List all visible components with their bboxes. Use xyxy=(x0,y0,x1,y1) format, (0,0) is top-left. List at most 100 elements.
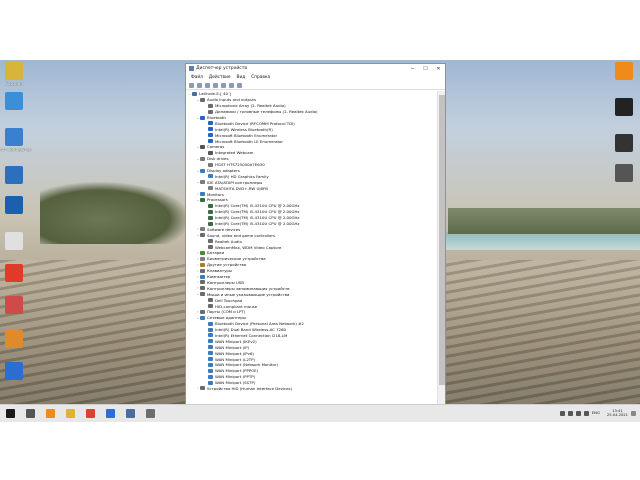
clock[interactable]: 13:41 25.04.2021 xyxy=(607,409,628,418)
display-icon[interactable] xyxy=(237,82,242,88)
tree-label: Intel(R) HD Graphics Family xyxy=(215,173,269,179)
camera-icon xyxy=(200,144,205,149)
bluetooth-icon xyxy=(208,127,213,132)
help-icon[interactable] xyxy=(221,82,226,88)
desktop-shortcut[interactable]: Корзина xyxy=(1,62,27,96)
language-indicator[interactable]: ENG xyxy=(592,411,600,415)
network-icon xyxy=(200,315,205,320)
bottom-area xyxy=(0,422,640,480)
chrome-taskbar[interactable] xyxy=(80,405,100,423)
close-button[interactable]: ✕ xyxy=(432,64,445,73)
device-manager-window[interactable]: Диспетчер устройств ─ ☐ ✕ Файл Действие … xyxy=(185,63,446,406)
scan-hardware-icon[interactable] xyxy=(229,82,234,88)
maximize-button[interactable]: ☐ xyxy=(419,64,432,73)
desktop-shortcut[interactable] xyxy=(1,166,27,200)
network-icon xyxy=(208,380,213,385)
disk-icon xyxy=(200,156,205,161)
system-tray: ENG 13:41 25.04.2021 xyxy=(559,404,636,422)
menu-action[interactable]: Действие xyxy=(206,75,234,80)
tree-label: Контроллеры запоминающих устройств xyxy=(207,285,290,291)
sound-icon xyxy=(200,233,205,238)
network-icon xyxy=(208,321,213,326)
scrollbar-thumb[interactable] xyxy=(439,95,445,385)
explorer-icon xyxy=(65,409,75,418)
vlc-taskbar[interactable] xyxy=(40,405,60,423)
shortcut-icon xyxy=(5,264,23,282)
app-taskbar[interactable] xyxy=(120,405,140,423)
tree-label: Intel(R) Core(TM) i5-4310U CPU @ 2.00GHz xyxy=(215,221,300,227)
bluetooth-icon xyxy=(208,139,213,144)
tree-label: Bluetooth Device (Personal Area Network)… xyxy=(215,321,304,327)
search-button[interactable] xyxy=(20,405,40,423)
battery-icon xyxy=(200,250,205,255)
desktop-shortcut[interactable] xyxy=(1,330,27,364)
tree-label: Integrated Webcam xyxy=(215,150,254,156)
tree-label: Intel(R) Ethernet Connection I218-LM xyxy=(215,332,288,338)
aida64-icon xyxy=(105,409,115,418)
menu-view[interactable]: Вид xyxy=(234,75,249,80)
tree-label: Биометрические устройства xyxy=(207,256,266,262)
chevron-up-icon[interactable] xyxy=(559,410,565,416)
desktop-shortcut[interactable] xyxy=(1,196,27,230)
show-hidden-icon[interactable] xyxy=(213,82,218,88)
storage-icon xyxy=(200,286,205,291)
network-icon xyxy=(208,357,213,362)
disk-icon xyxy=(208,162,213,167)
cpu-icon xyxy=(208,209,213,214)
desktop-shortcut[interactable] xyxy=(1,92,27,126)
desktop-shortcut[interactable] xyxy=(611,134,637,168)
tree-label: Audio inputs and outputs xyxy=(207,97,256,103)
cpu-icon xyxy=(208,215,213,220)
desktop-shortcut[interactable] xyxy=(1,362,27,396)
desktop-shortcut[interactable]: Этот компьютер xyxy=(0,128,31,162)
desktop-shortcut[interactable] xyxy=(1,264,27,298)
monitor-icon xyxy=(200,192,205,197)
tree-label: Сетевые адаптеры xyxy=(207,315,246,321)
tree-category[interactable]: › Устройства HID (Human Interface Devices… xyxy=(186,386,438,392)
shortcut-icon xyxy=(615,164,633,182)
start-button[interactable] xyxy=(0,405,20,423)
tree-label: Disk drives xyxy=(207,156,229,162)
taskbar xyxy=(0,404,640,422)
network-icon[interactable] xyxy=(567,410,573,416)
device-manager-taskbar[interactable] xyxy=(140,405,160,423)
sound-icon xyxy=(208,245,213,250)
volume-icon[interactable] xyxy=(575,410,581,416)
network-icon xyxy=(208,327,213,332)
minimize-button[interactable]: ─ xyxy=(406,64,419,73)
device-tree[interactable]: ⌄ Latitude-E-[ 40 ] ⌄ Audio inputs and outp… xyxy=(186,91,438,405)
forward-icon[interactable] xyxy=(197,82,202,88)
desktop-shortcut[interactable] xyxy=(611,98,637,132)
bluetooth-tray-icon[interactable] xyxy=(583,410,589,416)
network-icon xyxy=(208,374,213,379)
desktop-shortcut[interactable] xyxy=(1,296,27,330)
tree-label: Latitude-E-[ 40 ] xyxy=(199,91,231,97)
mic-icon xyxy=(208,103,213,108)
cpu-icon xyxy=(208,203,213,208)
audio-icon xyxy=(200,97,205,102)
tree-label: WAN Miniport (Network Monitor) xyxy=(215,362,278,368)
ide-icon xyxy=(200,180,205,185)
properties-icon[interactable] xyxy=(205,82,210,88)
notifications-icon[interactable] xyxy=(631,410,636,416)
desktop-shortcut[interactable] xyxy=(611,164,637,198)
tree-label: WAN Miniport (PPPOE) xyxy=(215,368,259,374)
mouse-icon xyxy=(208,298,213,303)
tree-label: Display adapters xyxy=(207,168,240,174)
back-icon[interactable] xyxy=(189,82,194,88)
menu-help[interactable]: Справка xyxy=(248,75,273,80)
start-icon xyxy=(5,409,15,418)
tree-label: Processors xyxy=(207,197,228,203)
title-bar[interactable]: Диспетчер устройств ─ ☐ ✕ xyxy=(186,64,445,73)
explorer-taskbar[interactable] xyxy=(60,405,80,423)
desktop-shortcut[interactable] xyxy=(1,232,27,266)
vertical-scrollbar[interactable] xyxy=(437,91,445,405)
shortcut-icon xyxy=(5,232,23,250)
tree-label: Intel(R) Core(TM) i5-4310U CPU @ 2.00GHz xyxy=(215,215,300,221)
menu-file[interactable]: Файл xyxy=(188,75,206,80)
tree-label: MATSHITA DVD+-RW UJ8FB xyxy=(215,185,268,191)
wallpaper-sea xyxy=(445,232,640,250)
desktop-shortcut[interactable] xyxy=(611,62,637,96)
aida64-taskbar[interactable] xyxy=(100,405,120,423)
tree-label: Microsoft Bluetooth Enumerator xyxy=(215,132,278,138)
